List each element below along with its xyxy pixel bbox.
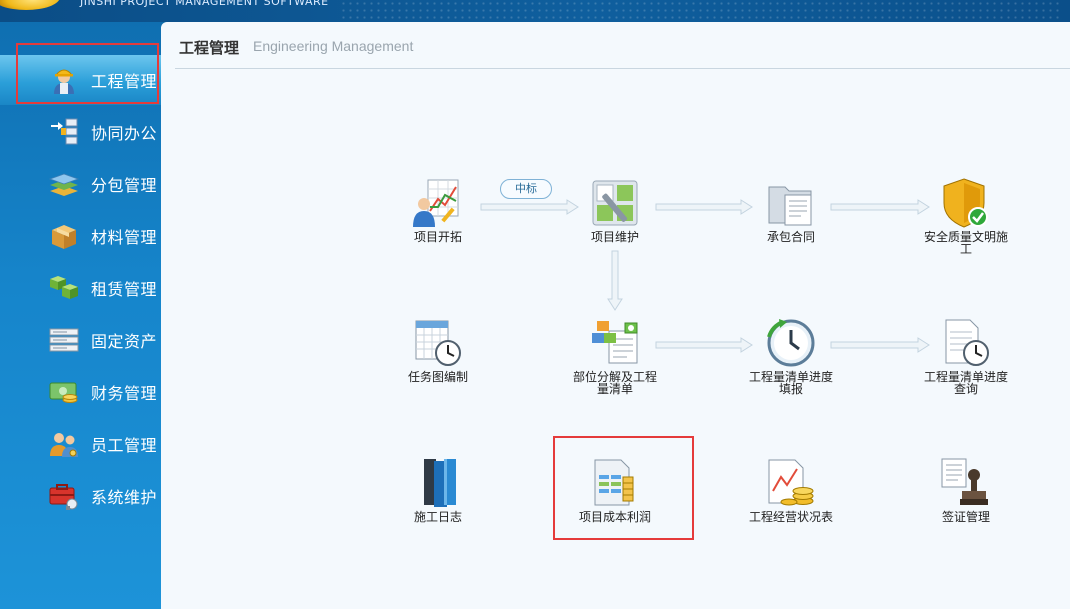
- wrench-icon: [589, 177, 641, 229]
- sidebar-item-subcontract[interactable]: 分包管理: [0, 159, 161, 209]
- cubes-icon: [48, 272, 80, 304]
- sidebar-item-materials[interactable]: 材料管理: [0, 211, 161, 261]
- node-label: 安全质量文明施工: [923, 230, 1008, 256]
- brand-text: JINSHI PROJECT MANAGEMENT SOFTWARE: [80, 0, 329, 8]
- sidebar-item-label: 员工管理: [91, 436, 158, 455]
- node-label: 任务图编制: [407, 370, 468, 384]
- sidebar-item-label: 固定资产: [91, 332, 158, 351]
- sidebar-item-collab-office[interactable]: 协同办公: [0, 107, 161, 157]
- main-panel: 工程管理 Engineering Management 中标 项目开拓 项目维护…: [161, 22, 1070, 609]
- brand-logo-icon: [0, 0, 60, 10]
- sidebar-item-system[interactable]: 系统维护: [0, 471, 161, 521]
- sidebar-item-label: 材料管理: [91, 228, 158, 247]
- sidebar: 工程管理 协同办公 分包管理 材料管理 租赁管理 固定资产 财务管理 员工管理 …: [0, 22, 161, 609]
- server-icon: [48, 324, 80, 356]
- selected-node-highlight: [553, 436, 694, 540]
- sidebar-item-fixed-assets[interactable]: 固定资产: [0, 315, 161, 365]
- node-label: 部位分解及工程量清单: [572, 370, 657, 396]
- sidebar-item-label: 系统维护: [91, 488, 158, 507]
- stamp-icon: [940, 457, 992, 509]
- workflow-icon: [48, 116, 80, 148]
- node-project-maintenance[interactable]: 项目维护: [560, 177, 670, 243]
- node-label: 施工日志: [413, 510, 462, 524]
- chart-coins-icon: [765, 457, 817, 509]
- toolbox-icon: [48, 480, 80, 512]
- clock-arrow-icon: [765, 317, 817, 369]
- node-visa-management[interactable]: 签证管理: [911, 457, 1021, 523]
- books-icon: [412, 457, 464, 509]
- node-safety-quality[interactable]: 安全质量文明施工: [911, 177, 1021, 255]
- calendar-clock-icon: [412, 317, 464, 369]
- sidebar-item-label: 分包管理: [91, 176, 158, 195]
- flow-badge-bid-won: 中标: [500, 179, 552, 199]
- node-label: 工程量清单进度查询: [923, 370, 1008, 396]
- sidebar-item-leasing[interactable]: 租赁管理: [0, 263, 161, 313]
- node-progress-query[interactable]: 工程量清单进度查询: [911, 317, 1021, 395]
- people-icon: [48, 428, 80, 460]
- sidebar-item-label: 协同办公: [91, 124, 158, 143]
- node-project-development[interactable]: 项目开拓: [383, 177, 493, 243]
- blocks-document-icon: [589, 317, 641, 369]
- folder-document-icon: [765, 177, 817, 229]
- money-icon: [48, 376, 80, 408]
- node-progress-fill[interactable]: 工程量清单进度填报: [736, 317, 846, 395]
- node-label: 工程量清单进度填报: [748, 370, 833, 396]
- node-label: 项目维护: [590, 230, 639, 244]
- node-part-breakdown[interactable]: 部位分解及工程量清单: [560, 317, 670, 395]
- node-label: 承包合同: [766, 230, 815, 244]
- document-clock-icon: [940, 317, 992, 369]
- sidebar-item-label: 租赁管理: [91, 280, 158, 299]
- node-task-chart[interactable]: 任务图编制: [383, 317, 493, 383]
- node-label: 项目开拓: [413, 230, 462, 244]
- layers-icon: [48, 168, 80, 200]
- node-construction-log[interactable]: 施工日志: [383, 457, 493, 523]
- shield-check-icon: [940, 177, 992, 229]
- sidebar-item-label: 财务管理: [91, 384, 158, 403]
- box-icon: [48, 220, 80, 252]
- sidebar-item-finance[interactable]: 财务管理: [0, 367, 161, 417]
- node-label: 签证管理: [941, 510, 990, 524]
- node-label: 工程经营状况表: [748, 510, 833, 524]
- active-item-highlight: [16, 43, 159, 104]
- node-operation-report[interactable]: 工程经营状况表: [736, 457, 846, 523]
- sidebar-item-staff[interactable]: 员工管理: [0, 419, 161, 469]
- person-chart-icon: [412, 177, 464, 229]
- top-banner: JINSHI PROJECT MANAGEMENT SOFTWARE: [0, 0, 1070, 22]
- node-contract[interactable]: 承包合同: [736, 177, 846, 243]
- flow-arrow: [607, 250, 623, 311]
- banner-pattern: [340, 0, 1060, 22]
